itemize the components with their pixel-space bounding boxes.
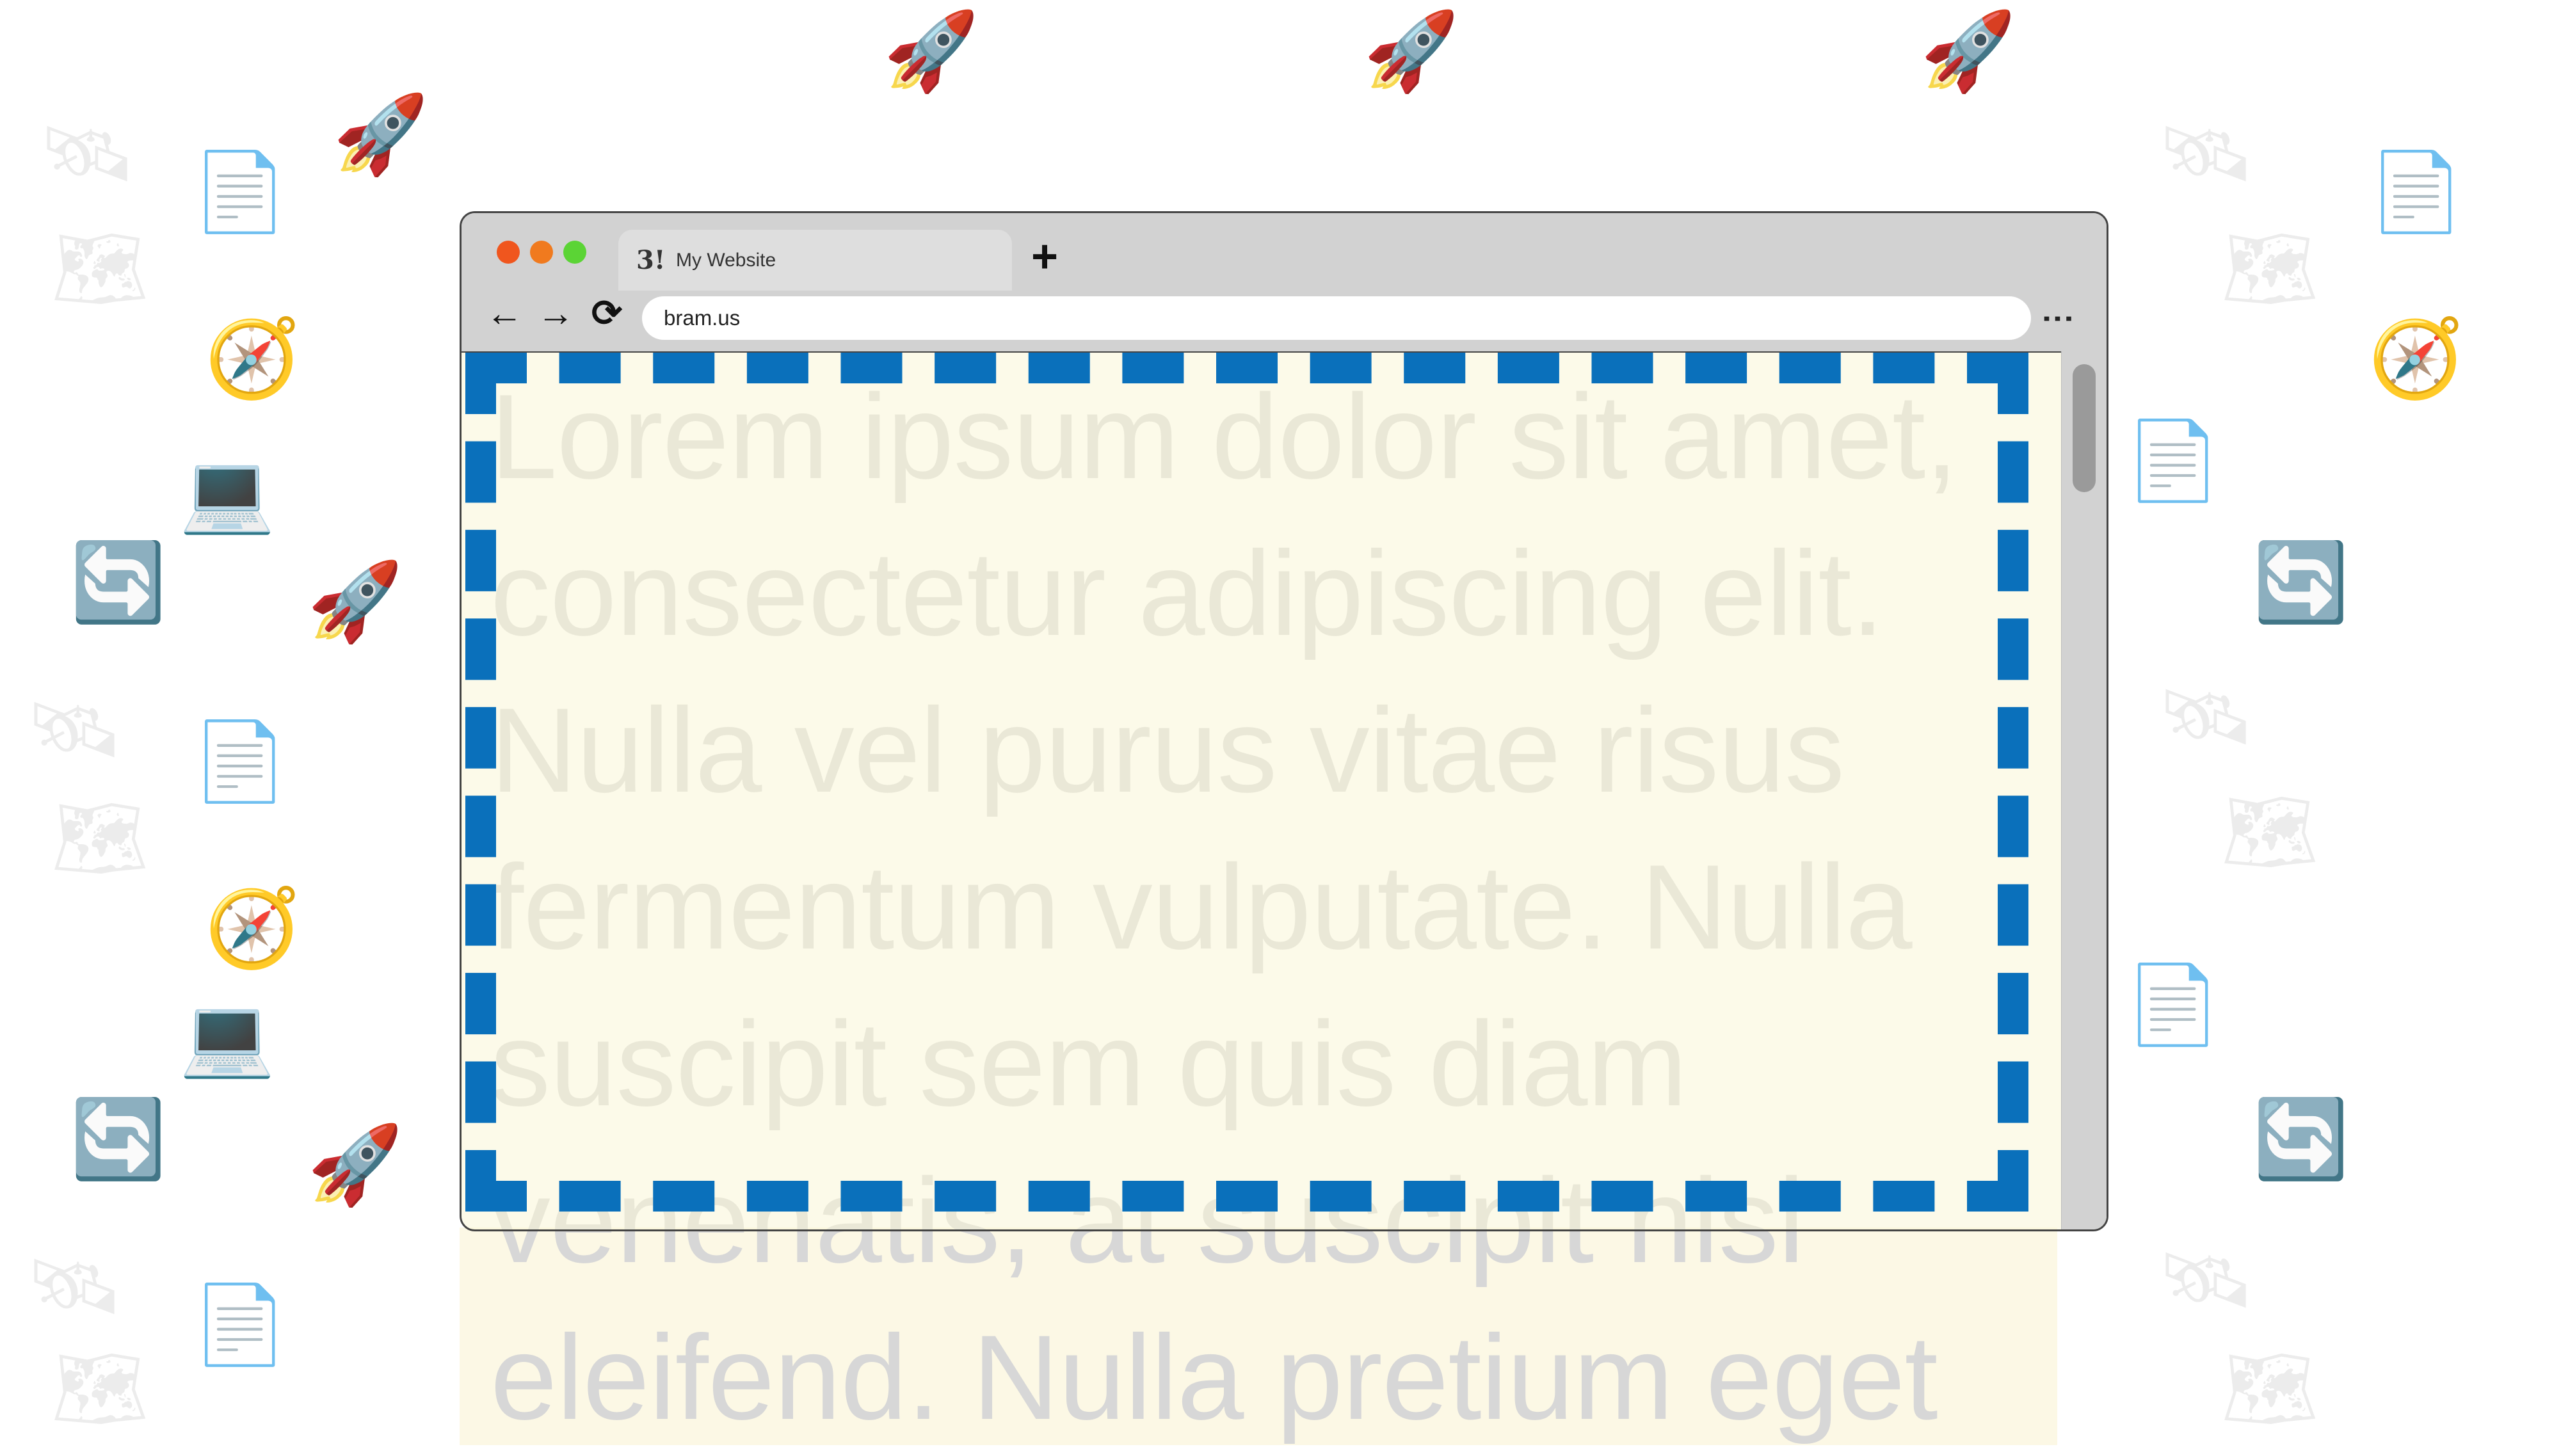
site-favicon-icon: 3! <box>636 245 666 275</box>
close-window-button[interactable] <box>497 241 520 264</box>
browser-viewport <box>462 351 2107 1229</box>
tab-title: My Website <box>676 249 776 271</box>
minimize-window-button[interactable] <box>530 241 553 264</box>
viewport-dashed-outline <box>465 353 2028 1212</box>
address-text: bram.us <box>664 306 741 330</box>
scrollbar-thumb[interactable] <box>2073 364 2096 492</box>
navigation-controls: ← → ⟳ <box>486 295 625 332</box>
window-controls <box>497 241 586 264</box>
browser-tab[interactable]: 3! My Website <box>618 230 1012 291</box>
address-bar[interactable]: bram.us <box>642 296 2031 340</box>
browser-chrome: 3! My Website + ← → ⟳ bram.us ⋮ <box>462 213 2107 351</box>
back-icon[interactable]: ← <box>486 295 523 332</box>
browser-window: 3! My Website + ← → ⟳ bram.us ⋮ <box>460 211 2108 1231</box>
maximize-window-button[interactable] <box>563 241 586 264</box>
reload-icon[interactable]: ⟳ <box>588 295 625 332</box>
forward-icon[interactable]: → <box>537 295 574 332</box>
scrollbar[interactable] <box>2061 351 2107 1229</box>
new-tab-button[interactable]: + <box>1031 234 1058 280</box>
browser-menu-icon[interactable]: ⋮ <box>2041 303 2076 335</box>
